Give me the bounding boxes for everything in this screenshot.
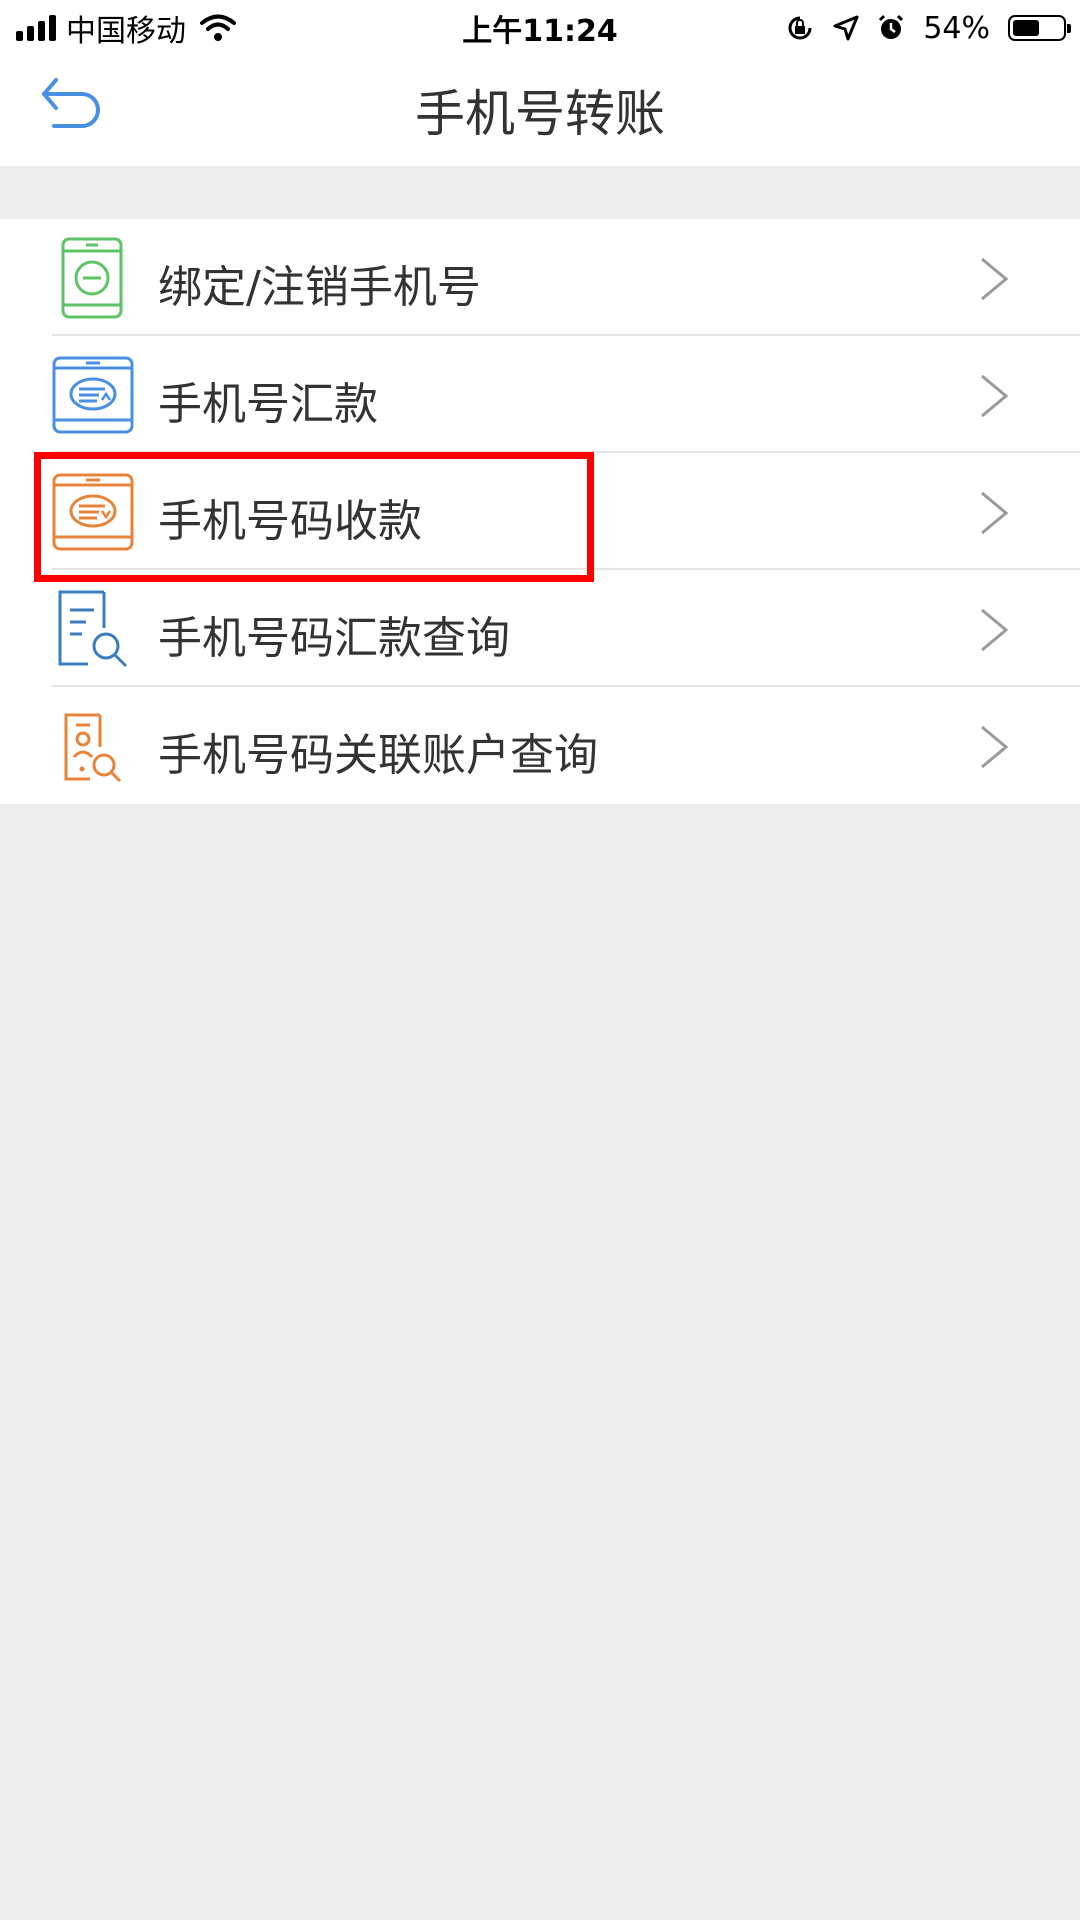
battery-fill bbox=[1013, 20, 1039, 36]
phone-remit-icon bbox=[52, 356, 134, 434]
battery-percent: 54% bbox=[923, 10, 990, 46]
menu-item-bind-phone[interactable]: 绑定/注销手机号 bbox=[0, 219, 1080, 336]
status-right: 54% bbox=[785, 8, 1071, 48]
menu-item-remit-query[interactable]: 手机号码汇款查询 bbox=[0, 570, 1080, 687]
chevron-right-icon bbox=[981, 608, 1009, 652]
status-bar: 中国移动 上午11:24 54% bbox=[0, 0, 1080, 54]
menu-item-account-query[interactable]: 手机号码关联账户查询 bbox=[0, 687, 1080, 804]
battery-icon bbox=[1008, 15, 1071, 41]
rotation-lock-icon bbox=[788, 16, 812, 40]
page-title: 手机号转账 bbox=[415, 85, 665, 143]
menu-item-label: 绑定/注销手机号 bbox=[158, 262, 481, 313]
chevron-right-icon bbox=[981, 374, 1009, 418]
account-query-icon bbox=[64, 713, 122, 783]
highlight-box bbox=[34, 452, 594, 582]
phone-bind-icon bbox=[61, 237, 123, 319]
menu-item-label: 手机号汇款 bbox=[158, 379, 378, 430]
menu-item-label: 手机号码汇款查询 bbox=[158, 613, 510, 664]
nav-bar: 手机号转账 bbox=[0, 54, 1080, 166]
chevron-right-icon bbox=[981, 725, 1009, 769]
location-icon bbox=[833, 15, 859, 41]
chevron-right-icon bbox=[981, 257, 1009, 301]
menu-item-phone-remit[interactable]: 手机号汇款 bbox=[0, 336, 1080, 453]
menu-item-label: 手机号码关联账户查询 bbox=[158, 730, 598, 781]
alarm-icon bbox=[879, 14, 904, 39]
chevron-right-icon bbox=[981, 491, 1009, 535]
header-area: 中国移动 上午11:24 54% 手机号转账 bbox=[0, 0, 1080, 166]
remit-query-icon bbox=[58, 590, 128, 668]
